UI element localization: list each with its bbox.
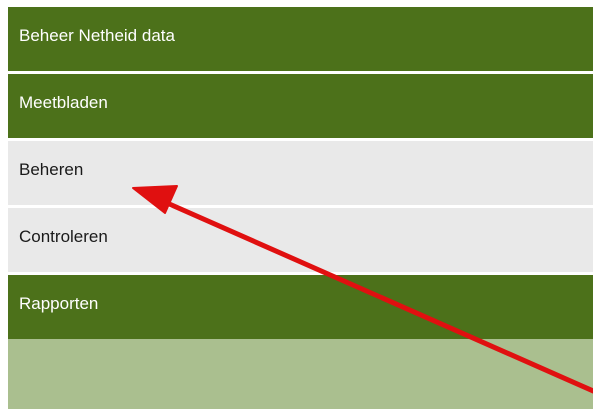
menu-item-label: Rapporten [19, 294, 99, 313]
menu-item-beheer-netheid-data[interactable]: Beheer Netheid data [8, 7, 593, 71]
menu-item-rapporten[interactable]: Rapporten [8, 275, 593, 339]
side-menu: Beheer Netheid data Meetbladen Beheren C… [8, 7, 593, 409]
menu-item-controleren[interactable]: Controleren [8, 208, 593, 272]
screenshot-stage: Beheer Netheid data Meetbladen Beheren C… [0, 0, 593, 414]
menu-item-beheren[interactable]: Beheren [8, 141, 593, 205]
menu-item-label: Meetbladen [19, 93, 108, 112]
menu-item-label: Beheer Netheid data [19, 26, 175, 45]
menu-footer-panel [8, 339, 593, 409]
menu-item-meetbladen[interactable]: Meetbladen [8, 74, 593, 138]
menu-item-label: Beheren [19, 160, 84, 179]
menu-item-label: Controleren [19, 227, 108, 246]
